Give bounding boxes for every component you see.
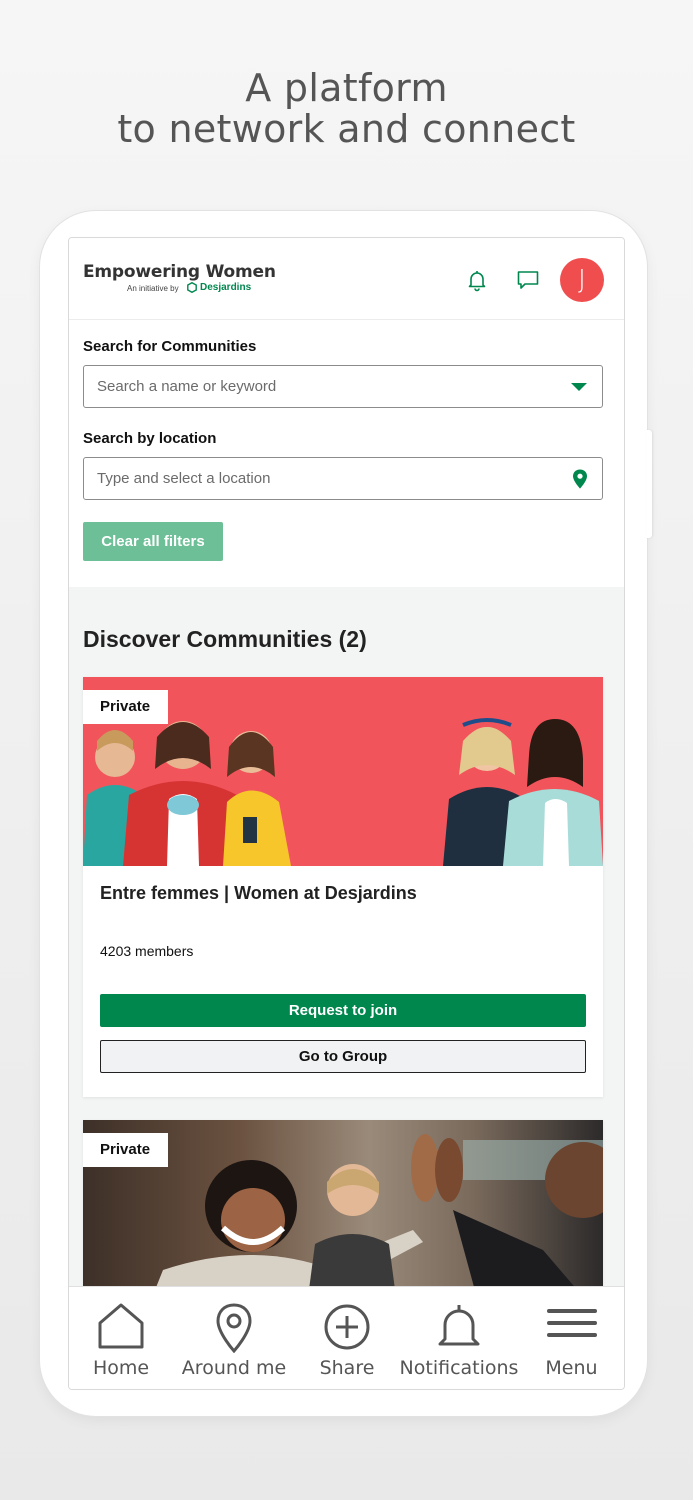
community-card[interactable]: Private Entre femmes | Women at Desjardi… — [83, 677, 603, 1097]
discover-section: Discover Communities (2) Private Entre f… — [69, 587, 624, 1320]
tab-home[interactable]: Home — [69, 1287, 173, 1389]
go-to-group-button[interactable]: Go to Group — [100, 1040, 586, 1073]
tab-label: Menu — [545, 1357, 598, 1379]
plus-circle-icon — [324, 1304, 370, 1350]
tab-label: Around me — [181, 1357, 287, 1379]
request-to-join-button[interactable]: Request to join — [100, 994, 586, 1027]
headline-line-1: A platform — [245, 66, 448, 110]
communities-search-placeholder: Search a name or keyword — [97, 378, 277, 395]
privacy-badge: Private — [83, 1133, 168, 1167]
app-screen: Empowering Women An initiative by Desjar… — [68, 237, 625, 1390]
clear-filters-button[interactable]: Clear all filters — [83, 522, 223, 561]
map-pin-icon — [216, 1303, 252, 1353]
bottom-tab-bar: Home Around me Share Notifications Menu — [69, 1286, 624, 1389]
phone-side-button — [646, 430, 652, 538]
bell-icon — [438, 1305, 480, 1346]
community-banner-image: Private — [83, 677, 603, 866]
hexagon-logo-icon — [187, 282, 197, 293]
chat-icon[interactable] — [516, 268, 540, 292]
location-pin-icon[interactable] — [572, 469, 588, 489]
tab-label: Notifications — [399, 1357, 519, 1379]
tab-share[interactable]: Share — [295, 1287, 399, 1389]
brand-logo: Desjardins — [187, 282, 251, 293]
tab-label: Home — [92, 1357, 150, 1379]
discover-title: Discover Communities (2) — [83, 626, 367, 652]
member-count: 4203 members — [100, 943, 194, 959]
location-search-input[interactable]: Type and select a location — [83, 457, 603, 500]
user-avatar[interactable]: J — [560, 258, 604, 302]
privacy-badge: Private — [83, 690, 168, 724]
app-header: Empowering Women An initiative by Desjar… — [69, 238, 624, 320]
tab-around-me[interactable]: Around me — [173, 1287, 295, 1389]
marketing-headline: A platform to network and connect — [0, 68, 693, 150]
dropdown-arrow-icon[interactable] — [570, 378, 588, 396]
location-search-placeholder: Type and select a location — [97, 470, 271, 487]
app-logo-title: Empowering Women — [83, 262, 276, 282]
hamburger-icon — [546, 1309, 597, 1337]
location-search-label: Search by location — [83, 430, 217, 447]
tab-label: Share — [319, 1357, 375, 1379]
communities-search-input[interactable]: Search a name or keyword — [83, 365, 603, 408]
community-title[interactable]: Entre femmes | Women at Desjardins — [100, 883, 417, 904]
communities-search-label: Search for Communities — [83, 338, 257, 355]
tab-menu[interactable]: Menu — [519, 1287, 624, 1389]
bell-icon[interactable] — [465, 268, 489, 292]
home-icon — [98, 1303, 144, 1349]
tab-notifications[interactable]: Notifications — [399, 1287, 519, 1389]
headline-line-2: to network and connect — [117, 107, 576, 151]
app-logo-subtitle: An initiative by — [127, 284, 179, 293]
brand-name: Desjardins — [200, 282, 252, 293]
